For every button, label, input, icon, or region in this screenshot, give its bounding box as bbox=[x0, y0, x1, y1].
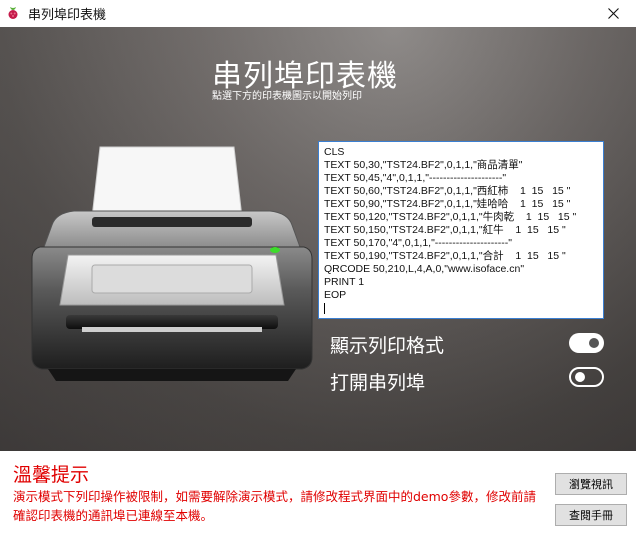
title-bar: 串列埠印表機 bbox=[0, 0, 636, 27]
close-icon bbox=[607, 8, 619, 19]
main-panel: 串列埠印表機 點選下方的印表機圖示以開始列印 CLS TEXT 50,30,"T… bbox=[0, 27, 636, 451]
code-line: PRINT 1 bbox=[324, 276, 365, 288]
code-line: TEXT 50,90,"TST24.BF2",0,1,1,"娃哈哈 1 15 1… bbox=[324, 198, 571, 210]
manual-button[interactable]: 查閱手冊 bbox=[555, 504, 627, 526]
text-caret bbox=[324, 302, 325, 314]
code-line: TEXT 50,150,"TST24.BF2",0,1,1,"紅牛 1 15 1… bbox=[324, 224, 566, 236]
page-subtitle: 點選下方的印表機圖示以開始列印 bbox=[212, 91, 362, 102]
code-line: QRCODE 50,210,L,4,A,0,"www.isoface.cn" bbox=[324, 263, 525, 275]
code-line: CLS bbox=[324, 146, 345, 158]
window-title: 串列埠印表機 bbox=[28, 8, 107, 23]
open-serial-label: 打開串列埠 bbox=[330, 372, 426, 394]
toggle-knob bbox=[575, 372, 585, 382]
code-line: TEXT 50,190,"TST24.BF2",0,1,1,"合計 1 15 1… bbox=[324, 250, 566, 262]
close-button[interactable] bbox=[590, 0, 636, 27]
show-format-toggle[interactable] bbox=[569, 333, 604, 353]
code-line: TEXT 50,170,"4",0,1,1,"-----------------… bbox=[324, 237, 512, 249]
show-format-label: 顯示列印格式 bbox=[330, 335, 445, 357]
code-line: TEXT 50,60,"TST24.BF2",0,1,1,"西紅柿 1 15 1… bbox=[324, 185, 571, 197]
printer-icon[interactable] bbox=[22, 135, 322, 385]
code-textarea[interactable]: CLS TEXT 50,30,"TST24.BF2",0,1,1,"商品清單" TE… bbox=[318, 141, 604, 319]
warning-text: 演示模式下列印操作被限制，如需要解除演示模式，請修改程式界面中的demo參數，修… bbox=[13, 489, 536, 523]
code-line: EOP bbox=[324, 289, 347, 301]
code-line: TEXT 50,45,"4",0,1,1,"------------------… bbox=[324, 172, 507, 184]
raspberry-icon bbox=[8, 7, 18, 19]
code-line: TEXT 50,30,"TST24.BF2",0,1,1,"商品清單" bbox=[324, 159, 523, 171]
toggle-knob bbox=[589, 338, 599, 348]
open-serial-toggle[interactable] bbox=[569, 367, 604, 387]
code-line: TEXT 50,120,"TST24.BF2",0,1,1,"牛肉乾 1 15 … bbox=[324, 211, 577, 223]
code-caret-line bbox=[324, 302, 598, 315]
browse-video-button[interactable]: 瀏覽視訊 bbox=[555, 473, 627, 495]
warning-title: 溫馨提示 bbox=[13, 464, 90, 486]
